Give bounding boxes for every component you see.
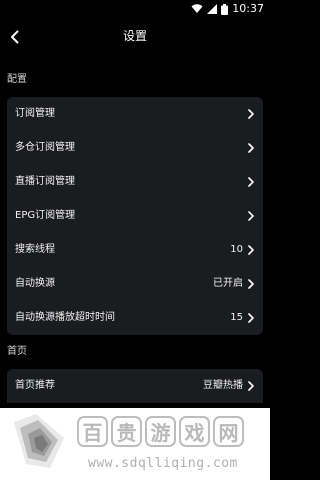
- chevron-right-icon: [248, 313, 254, 323]
- setting-label: 自动换源: [15, 278, 55, 289]
- chevron-right-icon: [248, 109, 254, 119]
- section-label-home: 首页: [7, 346, 27, 357]
- setting-row-multi-repo-subscription[interactable]: 多仓订阅管理: [7, 131, 263, 165]
- chevron-right-icon: [248, 279, 254, 289]
- watermark-banner: 百 贵 游 戏 网 www.sdqlliqing.com: [0, 408, 270, 480]
- setting-value: 15: [230, 312, 243, 323]
- clock: 10:37: [232, 2, 264, 15]
- watermark-chars: 百 贵 游 戏 网: [77, 416, 244, 447]
- setting-value: 已开启: [213, 278, 243, 289]
- watermark-logo-icon: [14, 414, 64, 468]
- setting-label: 订阅管理: [15, 108, 55, 119]
- watermark-char: 贵: [111, 416, 142, 447]
- chevron-right-icon: [248, 143, 254, 153]
- chevron-right-icon: [248, 177, 254, 187]
- watermark-url: www.sdqlliqing.com: [88, 456, 238, 471]
- setting-row-epg-subscription[interactable]: EPG订阅管理: [7, 199, 263, 233]
- home-card: 首页推荐 豆瓣热播: [7, 369, 263, 403]
- config-card: 订阅管理 多仓订阅管理 直播订阅管理 EPG订阅管理 搜索线程 10 自动换源 …: [7, 97, 263, 335]
- setting-value: 豆瓣热播: [203, 380, 243, 391]
- setting-row-live-subscription[interactable]: 直播订阅管理: [7, 165, 263, 199]
- setting-row-search-threads[interactable]: 搜索线程 10: [7, 233, 263, 267]
- status-bar: 10:37: [0, 0, 270, 18]
- setting-row-home-recommend[interactable]: 首页推荐 豆瓣热播: [7, 369, 263, 403]
- setting-label: 多仓订阅管理: [15, 142, 75, 153]
- setting-label: 自动换源播放超时时间: [15, 312, 115, 323]
- setting-label: 直播订阅管理: [15, 176, 75, 187]
- section-label-config: 配置: [7, 74, 27, 85]
- chevron-right-icon: [248, 211, 254, 221]
- chevron-right-icon: [248, 245, 254, 255]
- setting-row-auto-switch-source[interactable]: 自动换源 已开启: [7, 267, 263, 301]
- setting-label: 搜索线程: [15, 244, 55, 255]
- watermark-char: 游: [145, 416, 176, 447]
- signal-icon: [207, 4, 218, 14]
- chevron-right-icon: [248, 381, 254, 391]
- watermark-char: 网: [213, 416, 244, 447]
- app-header: 设置: [0, 22, 270, 52]
- battery-icon: [221, 3, 229, 15]
- watermark-char: 戏: [179, 416, 210, 447]
- setting-label: EPG订阅管理: [15, 210, 76, 221]
- watermark-char: 百: [77, 416, 108, 447]
- status-icons: 10:37: [191, 2, 264, 16]
- setting-label: 首页推荐: [15, 380, 55, 391]
- setting-row-subscription[interactable]: 订阅管理: [7, 97, 263, 131]
- page-title: 设置: [122, 29, 147, 43]
- setting-row-auto-switch-timeout[interactable]: 自动换源播放超时时间 15: [7, 301, 263, 335]
- setting-value: 10: [230, 244, 243, 255]
- wifi-icon: [191, 4, 203, 13]
- settings-screen: 10:37 设置 配置 订阅管理 多仓订阅管理 直播订阅管理 EPG订阅管理 搜…: [0, 0, 270, 480]
